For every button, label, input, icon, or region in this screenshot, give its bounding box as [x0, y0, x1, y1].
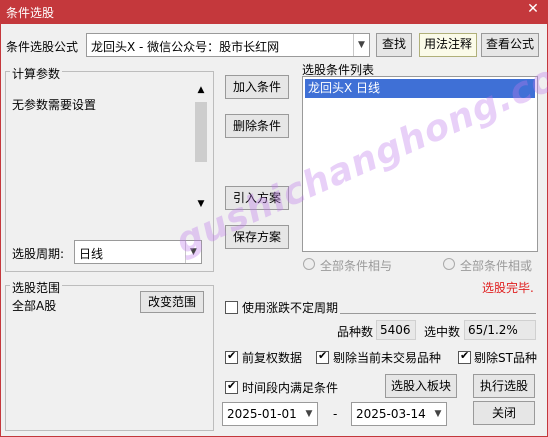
to-board-button[interactable]: 选股入板块 — [385, 374, 457, 398]
range-group-title: 选股范围 — [10, 279, 63, 296]
radio-and[interactable] — [303, 258, 315, 270]
indefinite-period-label: 使用涨跌不定周期 — [242, 301, 339, 315]
formula-label: 条件选股公式 — [6, 40, 79, 54]
radio-or[interactable] — [443, 258, 455, 270]
params-group-title: 计算参数 — [10, 65, 63, 82]
params-scrollbar[interactable]: ▲ ▼ — [193, 82, 209, 212]
divider-line — [340, 313, 536, 314]
count-label: 品种数 — [337, 325, 374, 339]
params-text: 无参数需要设置 — [12, 98, 97, 112]
indefinite-period-checkbox[interactable] — [225, 301, 238, 314]
status-text: 选股完毕. — [482, 281, 534, 295]
radio-or-label: 全部条件相或 — [460, 259, 533, 273]
window-title: 条件选股 — [6, 6, 55, 20]
exclude-st-label: 剔除ST品种 — [474, 351, 537, 365]
exclude-suspended-label: 剔除当前未交易品种 — [333, 351, 442, 365]
start-date-picker[interactable]: 2025-01-01 ▼ — [222, 402, 318, 426]
view-formula-button[interactable]: 查看公式 — [481, 33, 539, 57]
formula-select[interactable]: 龙回头X - 微信公众号：股市长红网 ▼ — [86, 33, 370, 57]
end-date-picker[interactable]: 2025-03-14 ▼ — [351, 402, 447, 426]
chevron-down-icon[interactable]: ▼ — [353, 34, 369, 56]
selected-label: 选中数 — [424, 325, 461, 339]
execute-button[interactable]: 执行选股 — [473, 374, 535, 398]
scroll-up-icon[interactable]: ▲ — [193, 82, 209, 98]
radio-and-label: 全部条件相与 — [320, 259, 393, 273]
selected-value: 65/1.2% — [464, 320, 536, 340]
add-condition-button[interactable]: 加入条件 — [225, 75, 289, 99]
time-range-checkbox[interactable] — [225, 379, 238, 394]
date-separator: - — [333, 407, 338, 421]
formula-value: 龙回头X - 微信公众号：股市长红网 — [91, 40, 280, 54]
period-label: 选股周期: — [12, 247, 65, 261]
delete-condition-button[interactable]: 删除条件 — [225, 114, 289, 138]
scroll-thumb[interactable] — [195, 102, 207, 162]
find-button[interactable]: 查找 — [376, 33, 412, 57]
exclude-st-checkbox[interactable] — [458, 349, 471, 364]
close-button[interactable]: 关闭 — [473, 401, 535, 425]
end-date-value: 2025-03-14 — [356, 407, 426, 421]
pre-adjusted-label: 前复权数据 — [242, 351, 303, 365]
period-value: 日线 — [79, 247, 104, 261]
time-range-label: 时间段内满足条件 — [242, 381, 339, 395]
close-icon[interactable]: ✕ — [522, 1, 544, 17]
change-range-button[interactable]: 改变范围 — [140, 291, 204, 313]
chevron-down-icon[interactable]: ▼ — [301, 403, 317, 425]
chevron-down-icon[interactable]: ▼ — [430, 403, 446, 425]
start-date-value: 2025-01-01 — [227, 407, 297, 421]
count-value: 5406 — [376, 320, 416, 340]
title-bar: 条件选股 ✕ — [0, 0, 548, 24]
pre-adjusted-checkbox[interactable] — [225, 349, 238, 364]
range-value: 全部A股 — [12, 299, 57, 313]
usage-notes-button[interactable]: 用法注释 — [419, 33, 477, 57]
exclude-suspended-checkbox[interactable] — [316, 349, 329, 364]
